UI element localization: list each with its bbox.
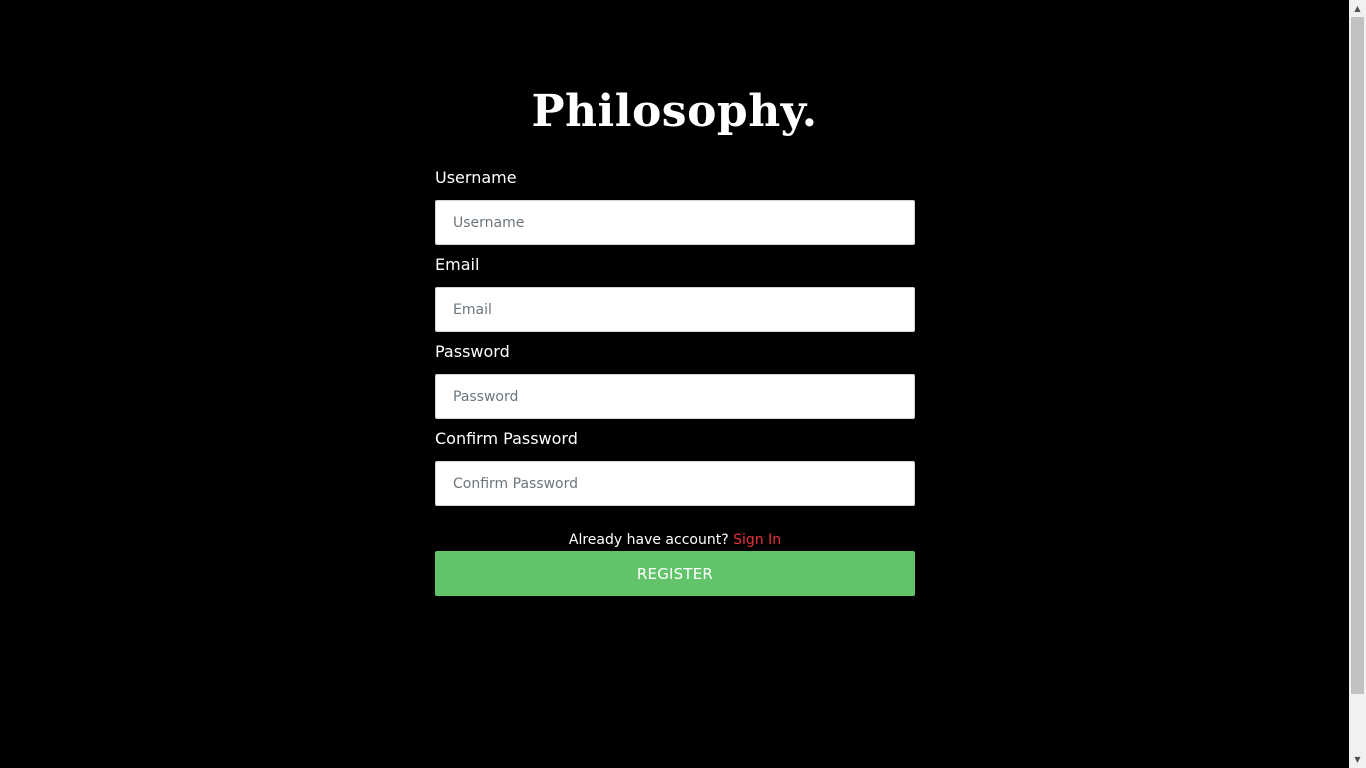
brand-title: Philosophy. xyxy=(531,86,818,137)
email-label: Email xyxy=(435,255,480,274)
signin-prompt-text: Already have account? xyxy=(568,532,729,548)
signin-link[interactable]: Sign In xyxy=(733,532,781,548)
username-input[interactable] xyxy=(435,200,915,245)
email-input[interactable] xyxy=(435,287,915,332)
password-label: Password xyxy=(435,342,510,361)
vertical-scrollbar[interactable]: ▲ ▼ xyxy=(1349,0,1366,768)
username-label: Username xyxy=(435,168,517,187)
scroll-up-arrow-icon[interactable]: ▲ xyxy=(1349,0,1366,17)
scroll-down-arrow-icon[interactable]: ▼ xyxy=(1349,751,1366,768)
confirm-password-input[interactable] xyxy=(435,461,915,506)
scroll-thumb[interactable] xyxy=(1351,17,1364,694)
register-page: Philosophy. Username Email Password Conf… xyxy=(0,0,1349,768)
register-button[interactable]: REGISTER xyxy=(435,551,915,596)
password-input[interactable] xyxy=(435,374,915,419)
confirm-password-label: Confirm Password xyxy=(435,429,578,448)
signin-prompt-line: Already have account? Sign In xyxy=(435,530,915,550)
